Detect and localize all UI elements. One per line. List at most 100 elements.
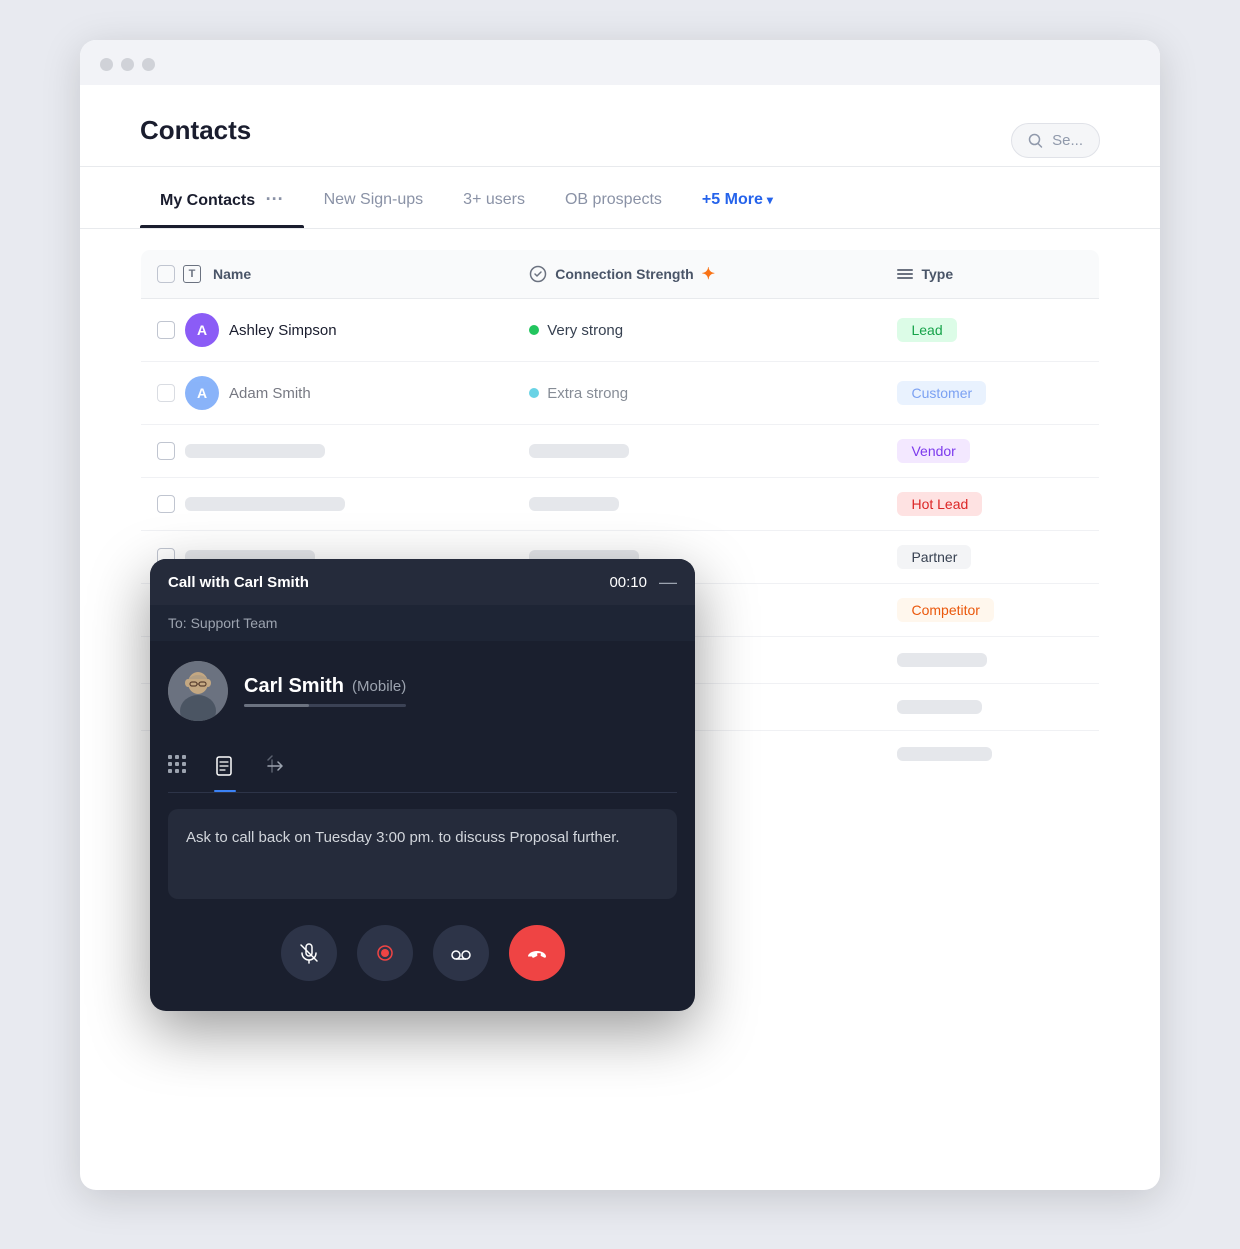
type-placeholder (897, 747, 992, 761)
table-section: T Name Connection Strength (80, 249, 1160, 778)
type-placeholder (897, 700, 982, 714)
row-checkbox[interactable] (157, 384, 175, 402)
connection-cell: Very strong (513, 299, 881, 362)
tab-my-contacts[interactable]: My Contacts ··· (140, 167, 304, 228)
page-header: Contacts Se... (80, 85, 1160, 167)
tab-new-signups[interactable]: New Sign-ups (304, 169, 444, 227)
connection-cell: Extra strong (513, 362, 881, 425)
name-cell (141, 425, 514, 478)
table-row: A Adam Smith Extra strong Customer (141, 362, 1100, 425)
call-tab-notes[interactable] (214, 755, 236, 792)
tab-ob-prospects[interactable]: OB prospects (545, 169, 682, 227)
type-cell: Lead (881, 299, 1099, 362)
type-cell (881, 637, 1099, 684)
browser-dot-3 (142, 58, 155, 71)
note-area[interactable]: Ask to call back on Tuesday 3:00 pm. to … (168, 809, 677, 899)
type-cell (881, 684, 1099, 731)
name-cell: A Ashley Simpson (141, 299, 514, 362)
table-row: Hot Lead (141, 478, 1100, 531)
voicemail-button[interactable] (433, 925, 489, 981)
call-header: Call with Carl Smith 00:10 — (150, 559, 695, 605)
type-badge: Customer (897, 381, 986, 405)
row-checkbox[interactable] (157, 495, 175, 513)
name-placeholder (185, 444, 325, 458)
browser-chrome (80, 40, 1160, 85)
caller-label: (Mobile) (352, 678, 406, 695)
tab-3plus-users[interactable]: 3+ users (443, 169, 545, 227)
type-badge: Vendor (897, 439, 969, 463)
connection-cell (513, 425, 881, 478)
table-header-row: T Name Connection Strength (141, 250, 1100, 299)
connection-placeholder (529, 497, 619, 511)
row-checkbox[interactable] (157, 321, 175, 339)
name-cell: A Adam Smith (141, 362, 514, 425)
search-placeholder: Se... (1052, 132, 1083, 149)
caller-info: Carl Smith (Mobile) (168, 661, 677, 721)
search-icon (1028, 133, 1044, 149)
keypad-icon (168, 755, 186, 773)
call-tabs (168, 741, 677, 793)
connection-col-icon (529, 265, 547, 283)
col-name-label: Name (213, 266, 251, 282)
connection-value: Extra strong (547, 385, 628, 402)
type-cell: Vendor (881, 425, 1099, 478)
call-actions (168, 915, 677, 1001)
type-placeholder (897, 653, 987, 667)
page-title: Contacts (140, 115, 251, 166)
strength-dot (529, 388, 539, 398)
tab-options-dots[interactable]: ··· (266, 189, 284, 209)
type-cell: Hot Lead (881, 478, 1099, 531)
voicemail-icon (450, 942, 472, 964)
avatar: A (185, 376, 219, 410)
call-overlay: Call with Carl Smith 00:10 — To: Support… (150, 559, 695, 1011)
mute-button[interactable] (281, 925, 337, 981)
col-connection-label: Connection Strength (555, 266, 693, 282)
hangup-button[interactable] (509, 925, 565, 981)
type-cell (881, 731, 1099, 778)
name-cell (141, 478, 514, 531)
connection-cell (513, 478, 881, 531)
record-icon (374, 942, 396, 964)
type-cell: Partner (881, 531, 1099, 584)
transfer-icon (264, 755, 286, 777)
name-placeholder (185, 497, 345, 511)
type-badge: Competitor (897, 598, 993, 622)
call-progress-fill (244, 704, 309, 707)
table-row: A Ashley Simpson Very strong Lead (141, 299, 1100, 362)
caller-avatar-img (168, 661, 228, 721)
call-tab-transfer[interactable] (264, 755, 286, 792)
browser-dot-2 (121, 58, 134, 71)
search-box[interactable]: Se... (1011, 123, 1100, 158)
type-cell: Customer (881, 362, 1099, 425)
caller-avatar (168, 661, 228, 721)
call-title: Call with Carl Smith (168, 574, 309, 591)
minimize-button[interactable]: — (659, 573, 677, 591)
call-header-right: 00:10 — (609, 573, 677, 591)
row-checkbox[interactable] (157, 442, 175, 460)
record-button[interactable] (357, 925, 413, 981)
name-col-icon: T (183, 265, 201, 283)
avatar: A (185, 313, 219, 347)
call-tab-keypad[interactable] (168, 755, 186, 792)
mute-icon (298, 942, 320, 964)
col-header-type: Type (881, 250, 1099, 299)
type-col-icon (897, 269, 913, 279)
call-progress-bar (244, 704, 406, 707)
tabs-bar: My Contacts ··· New Sign-ups 3+ users OB… (80, 167, 1160, 229)
contact-name: Adam Smith (229, 385, 311, 402)
strength-dot (529, 325, 539, 335)
hangup-icon (526, 942, 548, 964)
caller-name: Carl Smith (244, 675, 344, 698)
col-header-name: T Name (141, 250, 514, 299)
type-badge: Hot Lead (897, 492, 982, 516)
call-timer: 00:10 (609, 574, 647, 591)
type-badge: Partner (897, 545, 971, 569)
chevron-down-icon: ▾ (767, 193, 773, 207)
page-content: Contacts Se... My Contacts ··· New Sign-… (80, 85, 1160, 1165)
browser-window: Contacts Se... My Contacts ··· New Sign-… (80, 40, 1160, 1190)
connection-value: Very strong (547, 322, 623, 339)
type-cell: Competitor (881, 584, 1099, 637)
select-all-checkbox[interactable] (157, 265, 175, 283)
tab-more[interactable]: +5 More ▾ (682, 169, 793, 227)
col-header-connection: Connection Strength ✦ (513, 250, 881, 299)
